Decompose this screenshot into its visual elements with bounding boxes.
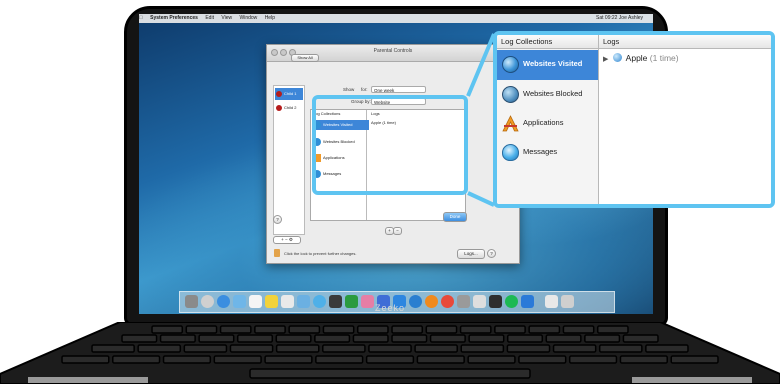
websites-blocked-item[interactable]: Websites Blocked: [497, 80, 598, 110]
item-label: Websites Visited: [523, 59, 583, 68]
log-entry-count: (1 time): [649, 53, 679, 63]
item-label: Messages: [523, 147, 558, 156]
applications-icon: [502, 115, 519, 132]
log-collections-header: Log Collections: [497, 35, 598, 49]
messages-item[interactable]: Messages: [497, 138, 598, 168]
globe-icon: [502, 56, 519, 73]
log-entry-row[interactable]: ▶ Apple (1 time): [603, 53, 679, 63]
zoomed-log-callout: Log Collections Websites Visited Website…: [493, 31, 775, 208]
disclosure-triangle-icon[interactable]: ▶: [603, 56, 608, 63]
item-label: Applications: [523, 118, 564, 127]
item-label: Websites Blocked: [523, 89, 583, 98]
blocked-globe-icon: [502, 86, 519, 103]
applications-item[interactable]: Applications: [497, 109, 598, 139]
log-collections-list: Log Collections Websites Visited Website…: [497, 35, 599, 204]
websites-visited-item[interactable]: Websites Visited: [497, 50, 598, 80]
apple-globe-icon: [612, 53, 622, 62]
messages-icon: [502, 144, 519, 161]
logs-header: Logs: [599, 35, 771, 49]
log-entry-name: Apple: [625, 53, 648, 63]
logs-list: Logs ▶ Apple (1 time): [599, 35, 771, 204]
